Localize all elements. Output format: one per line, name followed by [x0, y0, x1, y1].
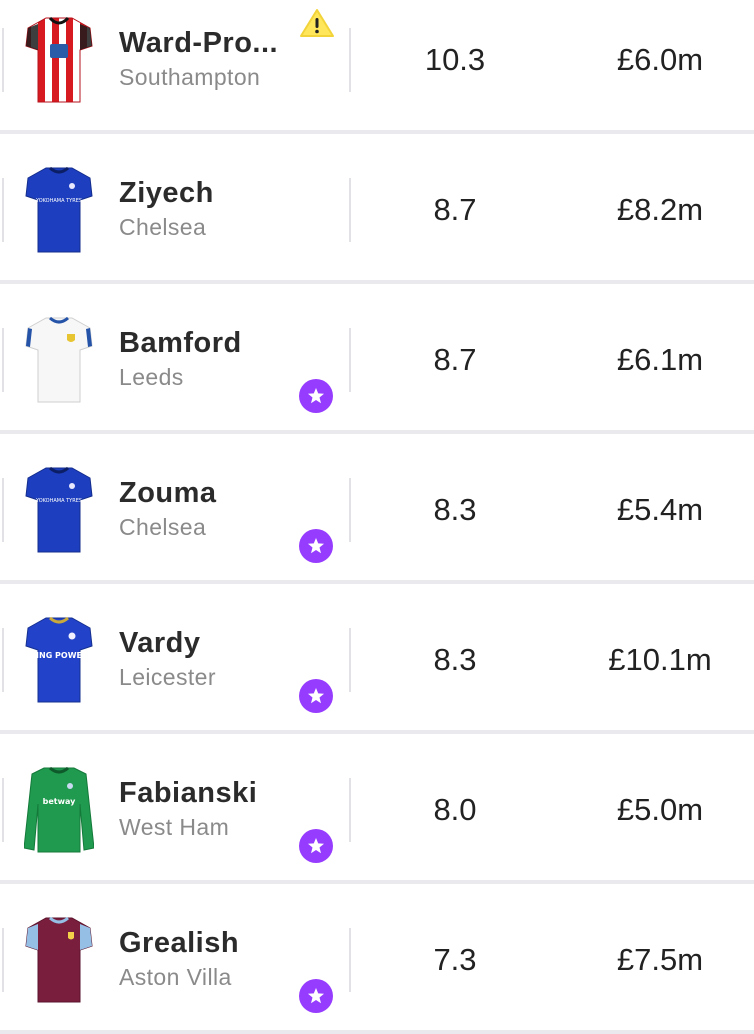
- player-list: Ward-Pro... Southampton 10.3 £6.0m YOKOH…: [0, 0, 754, 1034]
- row-edge: [2, 778, 4, 842]
- player-price: £10.1m: [608, 642, 712, 677]
- column-divider: [349, 628, 351, 692]
- player-name: Grealish: [119, 927, 240, 959]
- star-badge-icon[interactable]: [299, 829, 333, 863]
- star-badge-icon[interactable]: [299, 529, 333, 563]
- player-name: Fabianski: [119, 777, 258, 809]
- column-divider: [349, 28, 351, 92]
- chelsea-shirt-icon: YOKOHAMA TYRES: [24, 464, 94, 556]
- player-points: 8.3: [433, 492, 477, 527]
- player-row[interactable]: KING POWER Vardy Leicester 8.3 £10.1m: [0, 584, 754, 734]
- player-price: £6.0m: [616, 42, 704, 77]
- southampton-shirt-icon: [24, 14, 94, 106]
- kit-sponsor-text: betway: [43, 797, 77, 806]
- column-divider: [349, 478, 351, 542]
- player-team: Southampton: [119, 64, 261, 90]
- kit-sponsor-text: YOKOHAMA TYRES: [35, 198, 82, 204]
- player-price: £6.1m: [616, 342, 704, 377]
- player-points: 10.3: [424, 42, 486, 77]
- player-points: 7.3: [433, 942, 477, 977]
- warning-icon[interactable]: [299, 8, 335, 38]
- player-team: Chelsea: [119, 214, 207, 240]
- leicester-shirt-icon: KING POWER: [24, 614, 94, 706]
- kit-sponsor-text: KING POWER: [30, 651, 88, 660]
- row-edge: [2, 628, 4, 692]
- player-price: £8.2m: [616, 192, 704, 227]
- player-team: Aston Villa: [119, 964, 232, 990]
- player-team: Chelsea: [119, 514, 207, 540]
- star-badge-icon[interactable]: [299, 379, 333, 413]
- player-name: Vardy: [119, 627, 201, 659]
- player-row[interactable]: YOKOHAMA TYRES Zouma Chelsea 8.3 £5.4m: [0, 434, 754, 584]
- player-points: 8.7: [433, 342, 477, 377]
- row-edge: [2, 28, 4, 92]
- column-divider: [349, 328, 351, 392]
- player-name: Ward-Pro...: [119, 27, 279, 59]
- column-divider: [349, 178, 351, 242]
- row-edge: [2, 328, 4, 392]
- player-row[interactable]: betway Fabianski West Ham 8.0 £5.0m: [0, 734, 754, 884]
- player-name: Bamford: [119, 327, 242, 359]
- column-divider: [349, 928, 351, 992]
- player-price: £7.5m: [616, 942, 704, 977]
- player-name: Ziyech: [119, 177, 214, 209]
- column-divider: [349, 778, 351, 842]
- aston-villa-shirt-icon: [24, 914, 94, 1006]
- player-row[interactable]: Bamford Leeds 8.7 £6.1m: [0, 284, 754, 434]
- player-points: 8.0: [433, 792, 477, 827]
- player-team: Leeds: [119, 364, 184, 390]
- row-edge: [2, 478, 4, 542]
- player-price: £5.4m: [616, 492, 704, 527]
- player-team: Leicester: [119, 664, 216, 690]
- star-badge-icon[interactable]: [299, 679, 333, 713]
- player-row[interactable]: YOKOHAMA TYRES Ziyech Chelsea 8.7 £8.2m: [0, 134, 754, 284]
- player-team: West Ham: [119, 814, 230, 840]
- star-badge-icon[interactable]: [299, 979, 333, 1013]
- row-edge: [2, 928, 4, 992]
- player-row[interactable]: Grealish Aston Villa 7.3 £7.5m: [0, 884, 754, 1034]
- player-points: 8.7: [433, 192, 477, 227]
- player-points: 8.3: [433, 642, 477, 677]
- player-price: £5.0m: [616, 792, 704, 827]
- kit-sponsor-text: YOKOHAMA TYRES: [35, 498, 82, 504]
- player-name: Zouma: [119, 477, 217, 509]
- row-edge: [2, 178, 4, 242]
- player-row[interactable]: Ward-Pro... Southampton 10.3 £6.0m: [0, 0, 754, 134]
- chelsea-shirt-icon: YOKOHAMA TYRES: [24, 164, 94, 256]
- west-ham-goalkeeper-shirt-icon: betway: [24, 764, 94, 856]
- leeds-shirt-icon: [24, 314, 94, 406]
